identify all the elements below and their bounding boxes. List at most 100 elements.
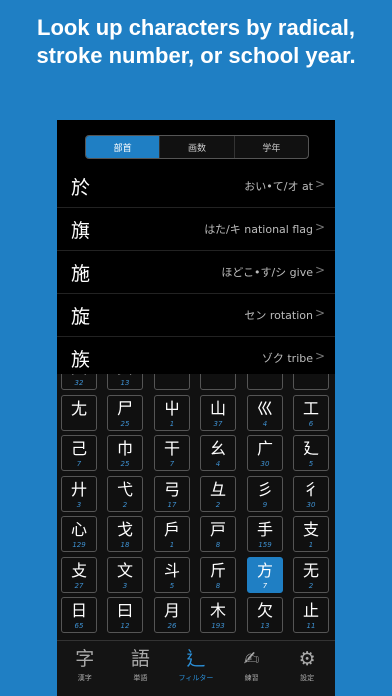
radical-glyph: 曰	[116, 601, 133, 620]
radical-cell[interactable]: 工6	[293, 395, 329, 431]
radical-cell[interactable]: 戈 18	[107, 516, 143, 552]
radical-count: 193	[211, 622, 225, 630]
radical-cell[interactable]: 方7	[247, 557, 283, 593]
radical-cell[interactable]: 斗5	[154, 557, 190, 593]
tab-bar: 字 漢字 語 単語 ⻎ フィルター ✍ 練習 ⚙ 設定	[57, 640, 335, 696]
radical-cell[interactable]: 木 193	[200, 597, 236, 633]
radical-cell[interactable]: 己7	[61, 435, 97, 471]
radical-cell[interactable]	[154, 374, 190, 390]
radical-count: 2	[215, 501, 221, 509]
radical-cell[interactable]: 幺4	[200, 435, 236, 471]
list-item[interactable]: 旗 はた/キ national flag >	[57, 208, 335, 251]
radical-glyph: 干	[163, 439, 180, 458]
radical-count: 32	[74, 379, 84, 387]
radical-cell[interactable]	[200, 374, 236, 390]
tab-filter[interactable]: ⻎ フィルター	[168, 641, 224, 696]
radical-cell[interactable]: 欠 13	[247, 597, 283, 633]
radical-glyph: 尢	[70, 399, 87, 418]
radical-cell[interactable]: 无2	[293, 557, 329, 593]
list-item[interactable]: 於 おい•て/オ at >	[57, 165, 335, 208]
radical-count: 1	[169, 420, 175, 428]
radical-glyph: 无	[302, 561, 319, 580]
tab-label: 漢字	[77, 674, 92, 682]
radical-cell[interactable]: 巛4	[247, 395, 283, 431]
radical-count: 3	[76, 501, 82, 509]
radical-count: 26	[167, 622, 177, 630]
radical-glyph: 止	[302, 601, 319, 620]
radical-cell[interactable]: 干7	[154, 435, 190, 471]
filter-tab-icon: ⻎	[186, 648, 206, 670]
promo-caption: Look up characters by radical, stroke nu…	[0, 14, 392, 70]
radical-glyph: 斗	[163, 561, 180, 580]
radical-cell[interactable]: 弋2	[107, 476, 143, 512]
radical-cell[interactable]: 彳 30	[293, 476, 329, 512]
radical-cell[interactable]: 心 129	[61, 516, 97, 552]
radical-cell[interactable]: 大32	[61, 374, 97, 390]
radical-cell[interactable]: 支1	[293, 516, 329, 552]
radical-count: 1	[308, 541, 314, 549]
radical-count: 25	[120, 420, 130, 428]
radical-cell[interactable]: 手 159	[247, 516, 283, 552]
radical-count: 13	[260, 622, 270, 630]
radical-cell[interactable]: 廴5	[293, 435, 329, 471]
radical-cell[interactable]: 尸 25	[107, 395, 143, 431]
tab-kanji[interactable]: 字 漢字	[57, 641, 113, 696]
kanji-glyph: 於	[71, 176, 91, 199]
words-tab-icon: 語	[130, 648, 150, 670]
radical-glyph: 支	[302, 520, 319, 539]
radical-cell[interactable]: 彑2	[200, 476, 236, 512]
radical-cell[interactable]: 屮1	[154, 395, 190, 431]
chevron-right-icon: >	[314, 220, 325, 234]
radical-count: 18	[120, 541, 130, 549]
radical-count: 37	[213, 420, 223, 428]
radical-glyph: 巛	[256, 399, 273, 418]
tab-practice[interactable]: ✍ 練習	[224, 641, 280, 696]
kanji-glyph: 旋	[71, 305, 91, 328]
radical-cell[interactable]: 月 26	[154, 597, 190, 633]
tab-words[interactable]: 語 単語	[113, 641, 169, 696]
radical-cell[interactable]: 广 30	[247, 435, 283, 471]
radical-grid[interactable]: 大32女13158尢尸25屮1山37巛4工6己7巾25干7幺4广30廴5廾3弋2…	[57, 374, 335, 640]
list-item[interactable]: 旋 セン rotation >	[57, 294, 335, 337]
segment-radical[interactable]: 部首	[86, 136, 160, 158]
tab-label: 設定	[300, 674, 315, 682]
radical-cell[interactable]: 8	[293, 374, 329, 390]
radical-cell[interactable]: 尢	[61, 395, 97, 431]
radical-cell[interactable]: 巾 25	[107, 435, 143, 471]
chevron-right-icon: >	[314, 177, 325, 191]
segment-stroke-count[interactable]: 画数	[159, 136, 233, 158]
radical-count: 159	[258, 541, 272, 549]
radical-cell[interactable]: 斤8	[200, 557, 236, 593]
radical-cell[interactable]: 女13	[107, 374, 143, 390]
radical-glyph: 屮	[163, 399, 180, 418]
promo-line-1: Look up characters by radical,	[37, 15, 355, 40]
radical-glyph: 巾	[116, 439, 133, 458]
radical-cell[interactable]: 彡9	[247, 476, 283, 512]
chevron-right-icon: >	[314, 263, 325, 277]
radical-cell[interactable]: 止 11	[293, 597, 329, 633]
radical-count: 17	[167, 501, 177, 509]
radical-cell[interactable]: 文3	[107, 557, 143, 593]
list-item[interactable]: 施 ほどこ•す/シ give >	[57, 251, 335, 294]
phone-screen: 部首 画数 学年 於 おい•て/オ at > 旗 はた/キ national f…	[57, 120, 335, 696]
kanji-meaning: おい•て/オ at	[244, 180, 313, 193]
radical-cell[interactable]: 山 37	[200, 395, 236, 431]
kanji-glyph: 施	[71, 262, 91, 285]
radical-count: 9	[262, 501, 268, 509]
radical-count: 27	[74, 582, 84, 590]
radical-cell[interactable]: 曰 12	[107, 597, 143, 633]
radical-cell[interactable]: 戸8	[200, 516, 236, 552]
radical-cell[interactable]: 日 65	[61, 597, 97, 633]
radical-count: 129	[72, 541, 86, 549]
radical-glyph: 木	[209, 601, 226, 620]
radical-cell[interactable]: 弓 17	[154, 476, 190, 512]
segment-school-year[interactable]: 学年	[233, 136, 308, 158]
radical-count: 2	[122, 501, 128, 509]
radical-cell[interactable]: 15	[247, 374, 283, 390]
radical-count: 25	[120, 460, 130, 468]
radical-cell[interactable]: 戶1	[154, 516, 190, 552]
kanji-glyph: 旗	[71, 219, 91, 242]
tab-settings[interactable]: ⚙ 設定	[279, 641, 335, 696]
radical-cell[interactable]: 廾3	[61, 476, 97, 512]
radical-cell[interactable]: 攴 27	[61, 557, 97, 593]
